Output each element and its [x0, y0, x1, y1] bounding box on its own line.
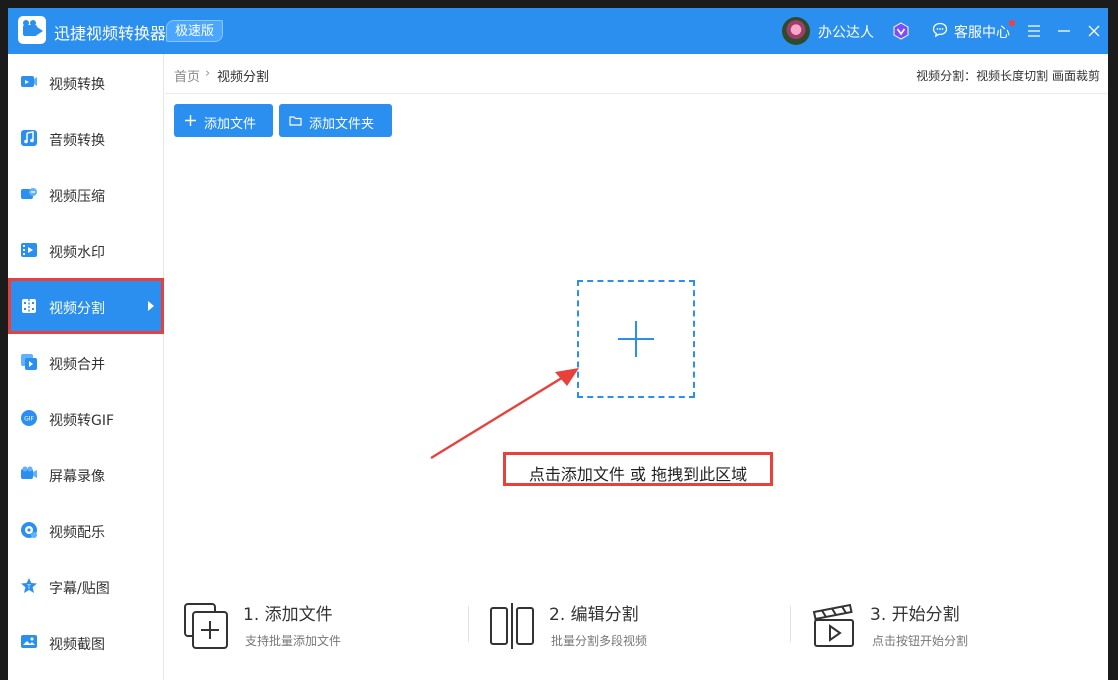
step-title: 2. 编辑分割 — [549, 605, 639, 625]
video-compress-icon — [21, 188, 37, 199]
drop-hint-text: 点击添加文件 或 拖拽到此区域 — [528, 465, 748, 484]
breadcrumb: 首页 › 视频分割 视频分割：视频长度切割 画面裁剪 — [165, 54, 1108, 94]
drop-hint-highlight[interactable]: 点击添加文件 或 拖拽到此区域 — [503, 452, 773, 486]
chat-bubble-icon[interactable] — [932, 22, 948, 38]
sidebar-item-label: 音频转换 — [49, 133, 105, 149]
app-logo-icon — [18, 16, 46, 44]
sidebar-item-video-music[interactable]: 视频配乐 — [8, 502, 164, 558]
step-edit-split: 2. 编辑分割 批量分割多段视频 — [489, 596, 749, 656]
video-merge-icon — [21, 354, 37, 370]
feature-description: 视频分割：视频长度切割 画面裁剪 — [916, 69, 1100, 83]
sidebar: 视频转换 音频转换 视频压缩 视频水印 视频分割 视频合并 GIF 视频转GIF — [8, 54, 164, 680]
avatar[interactable] — [782, 17, 810, 45]
add-file-label: 添加文件 — [204, 117, 257, 132]
step-description: 支持批量添加文件 — [245, 634, 342, 648]
sidebar-item-label: 视频水印 — [49, 245, 105, 261]
step-description: 批量分割多段视频 — [551, 634, 648, 648]
split-step-icon — [490, 603, 534, 649]
folder-icon — [289, 116, 302, 126]
edition-badge: 极速版 — [166, 20, 224, 42]
menu-icon[interactable] — [1026, 23, 1042, 39]
app-title: 迅捷视频转换器 — [54, 24, 167, 43]
notification-dot — [1009, 20, 1015, 26]
video-to-gif-icon: GIF — [21, 410, 37, 426]
sidebar-item-label: 视频分割 — [49, 301, 105, 317]
step-add-file: 1. 添加文件 支持批量添加文件 — [183, 596, 443, 656]
video-screenshot-icon — [21, 635, 37, 648]
sidebar-item-video-compress[interactable]: 视频压缩 — [8, 166, 164, 222]
sidebar-item-label: 视频转换 — [49, 77, 105, 93]
customer-service-link[interactable]: 客服中心 — [954, 22, 1010, 42]
sidebar-item-screen-record[interactable]: 屏幕录像 — [8, 446, 164, 502]
sidebar-item-video-screenshot[interactable]: 视频截图 — [8, 614, 164, 670]
step-description: 点击按钮开始分割 — [872, 634, 969, 648]
active-arrow-icon — [148, 301, 154, 311]
sidebar-item-video-split[interactable]: 视频分割 — [8, 278, 164, 334]
annotation-arrow-icon — [430, 368, 579, 460]
add-file-step-icon — [184, 603, 228, 649]
plus-icon — [618, 321, 654, 357]
add-file-button[interactable]: 添加文件 — [174, 104, 273, 137]
svg-text:T: T — [26, 584, 31, 591]
screen-record-icon — [21, 466, 37, 479]
step-start-split: 3. 开始分割 点击按钮开始分割 — [810, 596, 1070, 656]
sidebar-item-label: 视频截图 — [49, 637, 105, 653]
video-split-icon — [22, 299, 36, 313]
video-watermark-icon — [21, 243, 37, 257]
subtitle-sticker-icon: T — [21, 578, 37, 593]
step-title: 3. 开始分割 — [870, 605, 960, 625]
step-title: 1. 添加文件 — [243, 605, 333, 625]
close-icon[interactable] — [1086, 23, 1102, 39]
sidebar-item-video-to-gif[interactable]: GIF 视频转GIF — [8, 390, 164, 446]
add-folder-button[interactable]: 添加文件夹 — [279, 104, 392, 137]
sidebar-item-label: 视频合并 — [49, 357, 105, 373]
breadcrumb-current: 视频分割 — [217, 70, 270, 85]
app-window: 迅捷视频转换器 极速版 办公达人 客服中心 视频转换 音频转换 视频压缩 视频水… — [8, 8, 1108, 680]
vip-icon[interactable] — [892, 22, 910, 40]
video-music-icon — [21, 522, 37, 538]
sidebar-item-video-convert[interactable]: 视频转换 — [8, 54, 164, 110]
minimize-icon[interactable] — [1056, 23, 1072, 39]
main-panel: 首页 › 视频分割 视频分割：视频长度切割 画面裁剪 添加文件 添加文件夹 点击… — [165, 54, 1108, 680]
sidebar-item-video-merge[interactable]: 视频合并 — [8, 334, 164, 390]
plus-icon — [185, 115, 196, 126]
svg-text:GIF: GIF — [24, 416, 34, 423]
sidebar-item-subtitle-sticker[interactable]: T 字幕/贴图 — [8, 558, 164, 614]
sidebar-item-label: 视频转GIF — [49, 413, 115, 429]
breadcrumb-separator: › — [205, 66, 211, 81]
clapperboard-icon — [812, 603, 854, 647]
username[interactable]: 办公达人 — [818, 22, 874, 42]
sidebar-item-label: 字幕/贴图 — [49, 581, 110, 597]
breadcrumb-home[interactable]: 首页 — [174, 66, 200, 85]
audio-convert-icon — [21, 130, 37, 146]
sidebar-item-label: 屏幕录像 — [49, 469, 105, 485]
add-folder-label: 添加文件夹 — [309, 117, 375, 132]
video-convert-icon — [21, 76, 37, 87]
title-bar: 迅捷视频转换器 极速版 办公达人 客服中心 — [8, 8, 1108, 54]
step-divider — [790, 606, 791, 642]
sidebar-item-video-watermark[interactable]: 视频水印 — [8, 222, 164, 278]
sidebar-item-label: 视频配乐 — [49, 525, 105, 541]
sidebar-item-audio-convert[interactable]: 音频转换 — [8, 110, 164, 166]
file-drop-zone[interactable] — [577, 280, 695, 398]
sidebar-item-label: 视频压缩 — [49, 189, 105, 205]
step-divider — [468, 606, 469, 642]
